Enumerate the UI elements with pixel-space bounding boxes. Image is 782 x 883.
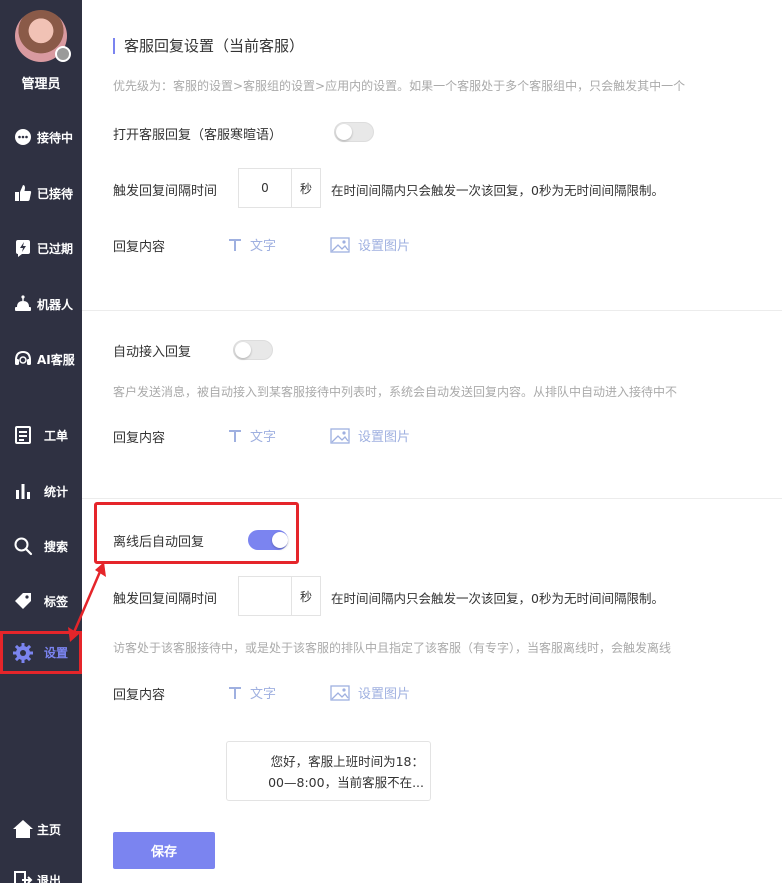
nav-item-home[interactable]: 主页	[0, 811, 82, 847]
nav-label: 已过期	[37, 241, 74, 256]
offline-hint: 访客处于该客服接待中，或是处于该客服的排队中且指定了该客服（有专字），当客服离线…	[113, 641, 672, 655]
offline-toggle-label: 离线后自动回复	[113, 535, 205, 550]
nav-item-ai-service[interactable]: AI客服	[0, 341, 82, 377]
greeting-text-link[interactable]: 文字	[228, 235, 276, 254]
message-line: 您好，客服上班时间为18：	[270, 754, 424, 769]
offline-content-label: 回复内容	[113, 688, 166, 703]
nav-label: 搜索	[44, 539, 69, 554]
nav-label: AI客服	[37, 352, 75, 367]
section-title: 客服回复设置（当前客服）	[113, 38, 304, 54]
auto-accept-hint: 客户发送消息，被自动接入到某客服接待中列表时，系统会自动发送回复内容。从排队中自…	[113, 385, 678, 399]
link-label: 文字	[250, 239, 277, 254]
offline-image-link[interactable]: 设置图片	[330, 683, 410, 702]
nav-label: 已接待	[37, 186, 74, 201]
offline-interval-label: 触发回复间隔时间	[113, 592, 218, 607]
nav-item-statistics[interactable]: 统计	[0, 473, 82, 509]
annotation-arrow	[68, 562, 106, 642]
gear-icon	[12, 642, 34, 664]
link-label: 设置图片	[358, 430, 411, 445]
text-icon	[228, 238, 242, 252]
text-icon	[228, 429, 242, 443]
avatar[interactable]	[15, 10, 71, 62]
offline-interval-hint: 在时间间隔内只会触发一次该回复，0秒为无时间间隔限制。	[331, 591, 664, 606]
divider	[82, 310, 782, 311]
home-icon	[12, 818, 34, 840]
nav-label: 工单	[44, 428, 69, 443]
offline-toggle[interactable]	[248, 530, 288, 550]
interval-value[interactable]: 0	[239, 169, 291, 207]
thumbs-up-icon	[12, 182, 34, 204]
auto-accept-content-label: 回复内容	[113, 431, 166, 446]
priority-hint: 优先级为：客服的设置>客服组的设置>应用内的设置。如果一个客服处于多个客服组中，…	[113, 79, 686, 93]
offline-interval-input[interactable]: 秒	[238, 576, 321, 616]
text-icon	[228, 686, 242, 700]
greeting-content-label: 回复内容	[113, 240, 166, 255]
headset-icon	[12, 348, 34, 370]
image-icon	[330, 684, 350, 701]
divider	[82, 498, 782, 499]
nav-label: 机器人	[37, 297, 74, 312]
lightning-icon	[12, 237, 34, 259]
message-line: 00—8:00，当前客服不在...	[268, 775, 424, 790]
settings-panel: 客服回复设置（当前客服） 优先级为：客服的设置>客服组的设置>应用内的设置。如果…	[82, 0, 782, 883]
offline-message-preview[interactable]: 您好，客服上班时间为18： 00—8:00，当前客服不在...	[226, 741, 431, 801]
nav-item-tickets[interactable]: 工单	[0, 417, 82, 453]
robot-icon	[12, 293, 34, 315]
user-name: 管理员	[21, 77, 61, 92]
nav-item-logout[interactable]: 退出	[0, 862, 82, 883]
chat-bubble-icon	[12, 126, 34, 148]
greeting-toggle-label: 打开客服回复（客服寒暄语）	[113, 128, 283, 143]
save-button[interactable]: 保存	[113, 832, 215, 869]
auto-accept-image-link[interactable]: 设置图片	[330, 426, 410, 445]
nav-item-expired[interactable]: 已过期	[0, 230, 82, 266]
logout-icon	[12, 869, 34, 883]
auto-accept-text-link[interactable]: 文字	[228, 426, 276, 445]
form-icon	[12, 424, 34, 446]
link-label: 文字	[250, 687, 277, 702]
greeting-interval-hint: 在时间间隔内只会触发一次该回复，0秒为无时间间隔限制。	[331, 183, 664, 198]
image-icon	[330, 236, 350, 253]
nav-label: 退出	[37, 873, 62, 883]
nav-label: 统计	[44, 484, 69, 499]
interval-unit: 秒	[291, 169, 320, 207]
nav-item-receiving[interactable]: 接待中	[0, 119, 82, 155]
auto-accept-toggle[interactable]	[233, 340, 273, 360]
greeting-interval-label: 触发回复间隔时间	[113, 184, 218, 199]
nav-label: 主页	[37, 822, 62, 837]
greeting-image-link[interactable]: 设置图片	[330, 235, 410, 254]
image-icon	[330, 427, 350, 444]
toggle-knob	[272, 532, 288, 548]
interval-value[interactable]	[239, 577, 291, 615]
bar-chart-icon	[12, 480, 34, 502]
offline-status-dot	[55, 46, 71, 62]
nav-label: 接待中	[37, 130, 74, 145]
link-label: 文字	[250, 430, 277, 445]
greeting-interval-input[interactable]: 0 秒	[238, 168, 321, 208]
toggle-knob	[235, 342, 251, 358]
offline-text-link[interactable]: 文字	[228, 683, 276, 702]
sidebar: 管理员 接待中 已接待 已过期 机器人 AI客服 工单 统计 搜索 标签 设置 …	[0, 0, 82, 883]
tag-icon	[12, 590, 34, 612]
toggle-knob	[336, 124, 352, 140]
auto-accept-toggle-label: 自动接入回复	[113, 345, 192, 360]
link-label: 设置图片	[358, 687, 411, 702]
link-label: 设置图片	[358, 239, 411, 254]
greeting-toggle[interactable]	[334, 122, 374, 142]
nav-item-received[interactable]: 已接待	[0, 175, 82, 211]
nav-item-robot[interactable]: 机器人	[0, 286, 82, 322]
search-icon	[12, 535, 34, 557]
interval-unit: 秒	[291, 577, 320, 615]
